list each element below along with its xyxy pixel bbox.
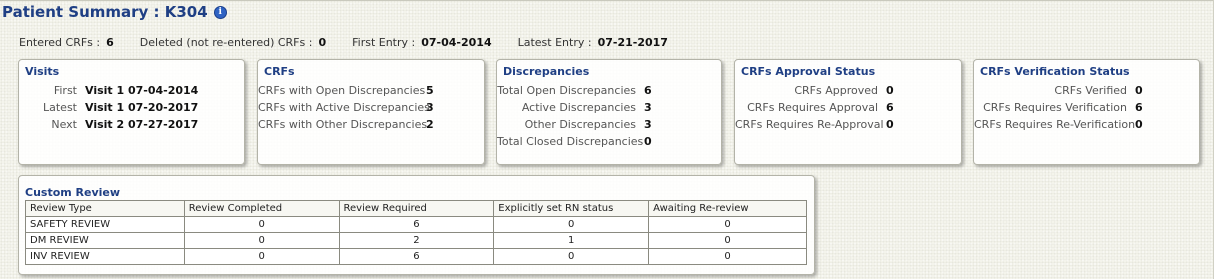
crfs-verified-label[interactable]: CRFs Verified	[974, 84, 1127, 98]
top-border	[0, 0, 1214, 1]
table-cell: 0	[183, 216, 340, 233]
table-cell: 2	[338, 232, 495, 249]
deleted-crfs-value: 0	[318, 36, 327, 49]
deleted-crfs-label: Deleted (not re-entered) CRFs :	[139, 36, 313, 49]
page-title: Patient Summary : K304 i	[2, 3, 227, 21]
table-cell: 6	[338, 216, 495, 233]
column-header: Awaiting Re-review	[648, 200, 807, 217]
first-entry: First Entry : 07-04-2014	[352, 36, 492, 49]
table-header-row: Review Type Review Completed Review Requ…	[25, 200, 807, 217]
column-header: Explicitly set RN status	[493, 200, 650, 217]
crfs-requires-reapproval-value: 0	[886, 118, 894, 131]
disc-other-label[interactable]: Other Discrepancies	[497, 118, 636, 132]
column-header: Review Type	[25, 200, 185, 217]
verification-panel-title: CRFs Verification Status	[980, 65, 1130, 78]
table-cell: 0	[648, 248, 807, 265]
entered-crfs: Entered CRFs : 6	[19, 36, 114, 49]
visits-panel-title: Visits	[25, 65, 60, 78]
crfs-requires-reapproval-label[interactable]: CRFs Requires Re-Approval	[735, 118, 884, 132]
review-type-cell: DM REVIEW	[25, 232, 185, 249]
table-cell: 6	[338, 248, 495, 265]
table-cell: 0	[648, 232, 807, 249]
disc-total-open-label[interactable]: Total Open Discrepancies	[497, 84, 636, 98]
table-row: INV REVIEW 0 6 0 0	[25, 248, 807, 265]
table-cell: 0	[493, 248, 650, 265]
latest-entry-label: Latest Entry :	[517, 36, 592, 49]
crfs-requires-verification-label[interactable]: CRFs Requires Verification	[974, 101, 1127, 115]
crfs-approved-label[interactable]: CRFs Approved	[735, 84, 878, 98]
review-type-cell: SAFETY REVIEW	[25, 216, 185, 233]
custom-review-panel: Custom Review Review Type Review Complet…	[18, 175, 815, 275]
visit-latest-value[interactable]: Visit 1 07-20-2017	[77, 101, 244, 115]
visit-first-label: First	[53, 84, 77, 97]
crfs-requires-verification-value: 6	[1135, 101, 1143, 114]
latest-entry: Latest Entry : 07-21-2017	[518, 36, 668, 49]
deleted-crfs: Deleted (not re-entered) CRFs : 0	[140, 36, 326, 49]
table-cell: 1	[493, 232, 650, 249]
table-cell: 0	[648, 216, 807, 233]
verification-list: CRFs Verified 0 CRFs Requires Verificati…	[974, 84, 1199, 132]
crfs-other-value: 2	[426, 118, 434, 131]
custom-review-title: Custom Review	[25, 186, 121, 199]
crfs-requires-approval-value: 6	[886, 101, 894, 114]
crfs-other-label[interactable]: CRFs with Other Discrepancies	[258, 118, 427, 132]
table-cell: 0	[183, 232, 340, 249]
visit-next-label: Next	[51, 118, 77, 131]
crfs-approved-value: 0	[886, 84, 894, 97]
visit-latest-label: Latest	[43, 101, 77, 114]
visits-panel: Visits First Visit 1 07-04-2014 Latest V…	[18, 59, 245, 165]
page-title-text: Patient Summary : K304	[2, 3, 208, 21]
entered-crfs-value: 6	[106, 36, 114, 49]
approval-panel: CRFs Approval Status CRFs Approved 0 CRF…	[734, 59, 962, 165]
crfs-verified-value: 0	[1135, 84, 1143, 97]
crfs-requires-reverification-value: 0	[1135, 118, 1143, 131]
first-entry-label: First Entry :	[352, 36, 416, 49]
info-icon[interactable]: i	[213, 5, 227, 19]
table-cell: 0	[493, 216, 650, 233]
entered-crfs-label: Entered CRFs :	[19, 36, 101, 49]
first-entry-value: 07-04-2014	[421, 36, 492, 49]
table-cell: 0	[183, 248, 340, 265]
disc-active-label[interactable]: Active Discrepancies	[497, 101, 636, 115]
crfs-requires-approval-label[interactable]: CRFs Requires Approval	[735, 101, 878, 115]
visit-next-value[interactable]: Visit 2 07-27-2017	[77, 118, 244, 132]
column-header: Review Completed	[183, 200, 340, 217]
latest-entry-value: 07-21-2017	[597, 36, 668, 49]
approval-panel-title: CRFs Approval Status	[741, 65, 876, 78]
crfs-list: CRFs with Open Discrepancies 5 CRFs with…	[258, 84, 484, 132]
verification-panel: CRFs Verification Status CRFs Verified 0…	[973, 59, 1200, 165]
crfs-panel: CRFs CRFs with Open Discrepancies 5 CRFs…	[257, 59, 485, 165]
approval-list: CRFs Approved 0 CRFs Requires Approval 6…	[735, 84, 961, 132]
crfs-active-value: 3	[426, 101, 434, 114]
crfs-open-label[interactable]: CRFs with Open Discrepancies	[258, 84, 425, 98]
visit-first-value[interactable]: Visit 1 07-04-2014	[77, 84, 244, 98]
disc-total-open-value: 6	[644, 84, 652, 97]
visits-list: First Visit 1 07-04-2014 Latest Visit 1 …	[19, 84, 244, 132]
disc-other-value: 3	[644, 118, 652, 131]
disc-total-closed-label[interactable]: Total Closed Discrepancies	[497, 135, 643, 149]
summary-meta-row: Entered CRFs : 6 Deleted (not re-entered)…	[19, 36, 668, 49]
review-type-cell: INV REVIEW	[25, 248, 185, 265]
crfs-requires-reverification-label[interactable]: CRFs Requires Re-Verification	[974, 118, 1135, 132]
column-header: Review Required	[338, 200, 495, 217]
crfs-open-value: 5	[426, 84, 434, 97]
crfs-active-label[interactable]: CRFs with Active Discrepancies	[258, 101, 430, 115]
custom-review-table: Review Type Review Completed Review Requ…	[25, 200, 807, 265]
disc-total-closed-value: 0	[644, 135, 652, 148]
discrepancies-panel: Discrepancies Total Open Discrepancies 6…	[496, 59, 722, 165]
table-row: SAFETY REVIEW 0 6 0 0	[25, 216, 807, 233]
disc-active-value: 3	[644, 101, 652, 114]
discrepancies-panel-title: Discrepancies	[503, 65, 590, 78]
crfs-panel-title: CRFs	[264, 65, 295, 78]
discrepancies-list: Total Open Discrepancies 6 Active Discre…	[497, 84, 721, 149]
table-row: DM REVIEW 0 2 1 0	[25, 232, 807, 249]
